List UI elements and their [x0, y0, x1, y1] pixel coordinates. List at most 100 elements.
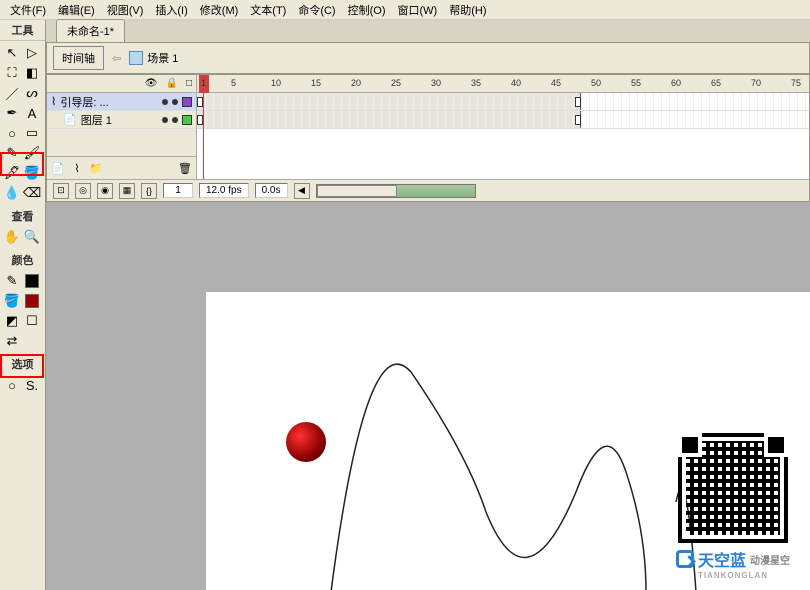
onion-skin-outlines-button[interactable]: ◉	[97, 183, 113, 199]
tools-panel-title: 工具	[0, 20, 45, 41]
scroll-left-button[interactable]: ◀	[294, 183, 310, 199]
ruler-tick: 20	[351, 78, 361, 88]
no-color-button[interactable]: ☐	[22, 311, 42, 331]
paint-bucket-tool[interactable]: 🪣	[22, 163, 42, 183]
menu-commands[interactable]: 命令(C)	[292, 0, 341, 20]
elapsed-time-display: 0.0s	[255, 183, 288, 198]
edit-multiple-frames-button[interactable]: ▦	[119, 183, 135, 199]
text-tool[interactable]: A	[22, 103, 42, 123]
visibility-header-icon[interactable]: 👁	[145, 78, 158, 89]
onion-skin-button[interactable]: ◎	[75, 183, 91, 199]
ruler-tick: 70	[751, 78, 761, 88]
subselection-tool[interactable]: ▷	[22, 43, 42, 63]
document-tab[interactable]: 未命名-1*	[56, 19, 125, 42]
layer-row-1[interactable]: 📄 图层 1	[47, 111, 196, 129]
stroke-color-swatch[interactable]	[22, 271, 42, 291]
new-folder-button[interactable]: 📁	[88, 160, 104, 176]
swap-colors-button[interactable]: ⇄	[2, 331, 22, 351]
menu-edit[interactable]: 编辑(E)	[52, 0, 101, 20]
outline-color-1[interactable]	[182, 115, 192, 125]
qr-code	[678, 433, 788, 543]
menu-modify[interactable]: 修改(M)	[194, 0, 245, 20]
brand-watermark: 天空蓝 动漫星空 TIANKONGLAN	[668, 433, 798, 580]
menu-bar: 文件(F) 编辑(E) 视图(V) 插入(I) 修改(M) 文本(T) 命令(C…	[0, 0, 810, 20]
brand-name-pinyin: TIANKONGLAN	[668, 571, 798, 580]
timeline-status-bar: ⊡ ◎ ◉ ▦ {} 1 12.0 fps 0.0s ◀	[47, 179, 809, 201]
brush-tool[interactable]: 🖌	[22, 143, 42, 163]
tools-panel: 工具 ↖ ▷ ⛶ ◧ ／ ᔕ ✒ A ○ ▭ ✎ 🖌 🖋 🪣 💧 ⌫ 查看 ✋ …	[0, 20, 46, 590]
new-guide-layer-button[interactable]: ⌇	[69, 160, 85, 176]
pen-tool[interactable]: ✒	[2, 103, 22, 123]
playhead-line	[203, 93, 204, 179]
ruler-tick: 50	[591, 78, 601, 88]
frames-column: 1 5 10 15 20 25 30 35 40 45 50 55 60 65 …	[197, 75, 809, 179]
ruler-tick: 45	[551, 78, 561, 88]
line-tool[interactable]: ／	[2, 83, 22, 103]
option-straighten[interactable]: ○	[2, 375, 22, 395]
tool-grid: ↖ ▷ ⛶ ◧ ／ ᔕ ✒ A ○ ▭ ✎ 🖌 🖋 🪣 💧 ⌫	[0, 41, 45, 205]
timeline-panel: 👁 🔒 □ ⌇ 引导层: ... 📄 图层 1 📄 ⌇	[46, 74, 810, 202]
free-transform-tool[interactable]: ⛶	[2, 63, 22, 83]
ruler-tick: 1	[201, 78, 206, 88]
stage-area[interactable]: jingyan 天空蓝 动漫星空 TIANKONGLAN	[46, 202, 810, 590]
ruler-tick: 75	[791, 78, 801, 88]
menu-view[interactable]: 视图(V)	[101, 0, 150, 20]
modify-onion-markers-button[interactable]: {}	[141, 183, 157, 199]
layer-name-guide: 引导层: ...	[60, 94, 158, 110]
lasso-tool[interactable]: ᔕ	[22, 83, 42, 103]
layer-row-guide[interactable]: ⌇ 引导层: ...	[47, 93, 196, 111]
menu-help[interactable]: 帮助(H)	[443, 0, 492, 20]
visibility-dot[interactable]	[162, 117, 168, 123]
delete-layer-button[interactable]: 🗑	[177, 160, 193, 176]
new-layer-button[interactable]: 📄	[50, 160, 66, 176]
visibility-dot[interactable]	[162, 99, 168, 105]
scene-label: 场景 1	[147, 50, 178, 66]
menu-window[interactable]: 窗口(W)	[392, 0, 444, 20]
edit-bar-back-arrow[interactable]: ⇦	[112, 52, 121, 65]
center-frame-button[interactable]: ⊡	[53, 183, 69, 199]
selection-tool[interactable]: ↖	[2, 43, 22, 63]
ruler-tick: 30	[431, 78, 441, 88]
timeline-toggle-button[interactable]: 时间轴	[53, 46, 104, 70]
brand-logo-icon	[676, 550, 694, 568]
frame-track-guide[interactable]	[197, 93, 809, 111]
brand-name-cn: 天空蓝 动漫星空	[668, 547, 798, 571]
menu-insert[interactable]: 插入(I)	[149, 0, 193, 20]
layer-column: 👁 🔒 □ ⌇ 引导层: ... 📄 图层 1 📄 ⌇	[47, 75, 197, 179]
frame-ruler[interactable]: 1 5 10 15 20 25 30 35 40 45 50 55 60 65 …	[197, 75, 809, 93]
eyedropper-tool[interactable]: 💧	[2, 183, 22, 203]
ruler-tick: 5	[231, 78, 236, 88]
end-frame[interactable]	[575, 97, 581, 107]
document-tab-bar: 未命名-1*	[46, 20, 810, 42]
hand-tool[interactable]: ✋	[2, 227, 22, 247]
ink-bottle-tool[interactable]: 🖋	[2, 163, 22, 183]
scene-icon	[129, 51, 143, 65]
fill-color-swatch[interactable]	[22, 291, 42, 311]
pencil-tool[interactable]: ✎	[2, 143, 22, 163]
stroke-color-icon: ✎	[2, 271, 22, 291]
lock-header-icon[interactable]: 🔒	[166, 78, 178, 89]
menu-text[interactable]: 文本(T)	[244, 0, 292, 20]
guide-layer-icon: ⌇	[51, 95, 56, 108]
rectangle-tool[interactable]: ▭	[22, 123, 42, 143]
outline-header-icon[interactable]: □	[186, 78, 192, 89]
timeline-scrollbar[interactable]	[316, 184, 476, 198]
ruler-tick: 35	[471, 78, 481, 88]
eraser-tool[interactable]: ⌫	[22, 183, 42, 203]
menu-file[interactable]: 文件(F)	[4, 0, 52, 20]
gradient-transform-tool[interactable]: ◧	[22, 63, 42, 83]
layer-name-1: 图层 1	[81, 112, 158, 128]
lock-dot[interactable]	[172, 99, 178, 105]
outline-color-guide[interactable]	[182, 97, 192, 107]
oval-tool[interactable]: ○	[2, 123, 22, 143]
default-colors-button[interactable]: ◩	[2, 311, 22, 331]
zoom-tool[interactable]: 🔍	[22, 227, 42, 247]
colors-section-label: 颜色	[0, 249, 45, 269]
option-smooth[interactable]: S.	[22, 375, 42, 395]
menu-control[interactable]: 控制(O)	[342, 0, 392, 20]
frame-track-layer1[interactable]	[197, 111, 809, 129]
end-frame[interactable]	[575, 115, 581, 125]
lock-dot[interactable]	[172, 117, 178, 123]
ruler-tick: 55	[631, 78, 641, 88]
scene-breadcrumb[interactable]: 场景 1	[129, 50, 178, 66]
